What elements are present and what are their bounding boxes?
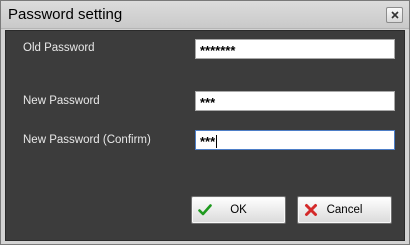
cancel-button[interactable]: Cancel <box>297 196 392 224</box>
window-title: Password setting <box>8 6 123 23</box>
close-icon <box>391 11 399 19</box>
confirm-password-field[interactable]: *** <box>195 130 395 150</box>
old-password-value: ******* <box>200 43 236 58</box>
dialog-body: Old Password ******* New Password *** Ne… <box>5 30 405 241</box>
cancel-label: Cancel <box>326 204 363 216</box>
confirm-password-label: New Password (Confirm) <box>23 134 151 146</box>
ok-button[interactable]: OK <box>191 196 286 224</box>
new-password-value: *** <box>200 95 216 110</box>
password-setting-dialog: Password setting Old Password ******* Ne… <box>0 0 410 245</box>
close-button[interactable] <box>386 7 403 23</box>
old-password-label: Old Password <box>23 42 95 54</box>
text-caret <box>216 135 218 148</box>
ok-label: OK <box>230 204 247 216</box>
old-password-field[interactable]: ******* <box>195 39 395 59</box>
new-password-label: New Password <box>23 95 100 107</box>
confirm-password-value: *** <box>200 134 216 149</box>
new-password-field[interactable]: *** <box>195 91 395 111</box>
title-bar[interactable]: Password setting <box>1 1 409 29</box>
